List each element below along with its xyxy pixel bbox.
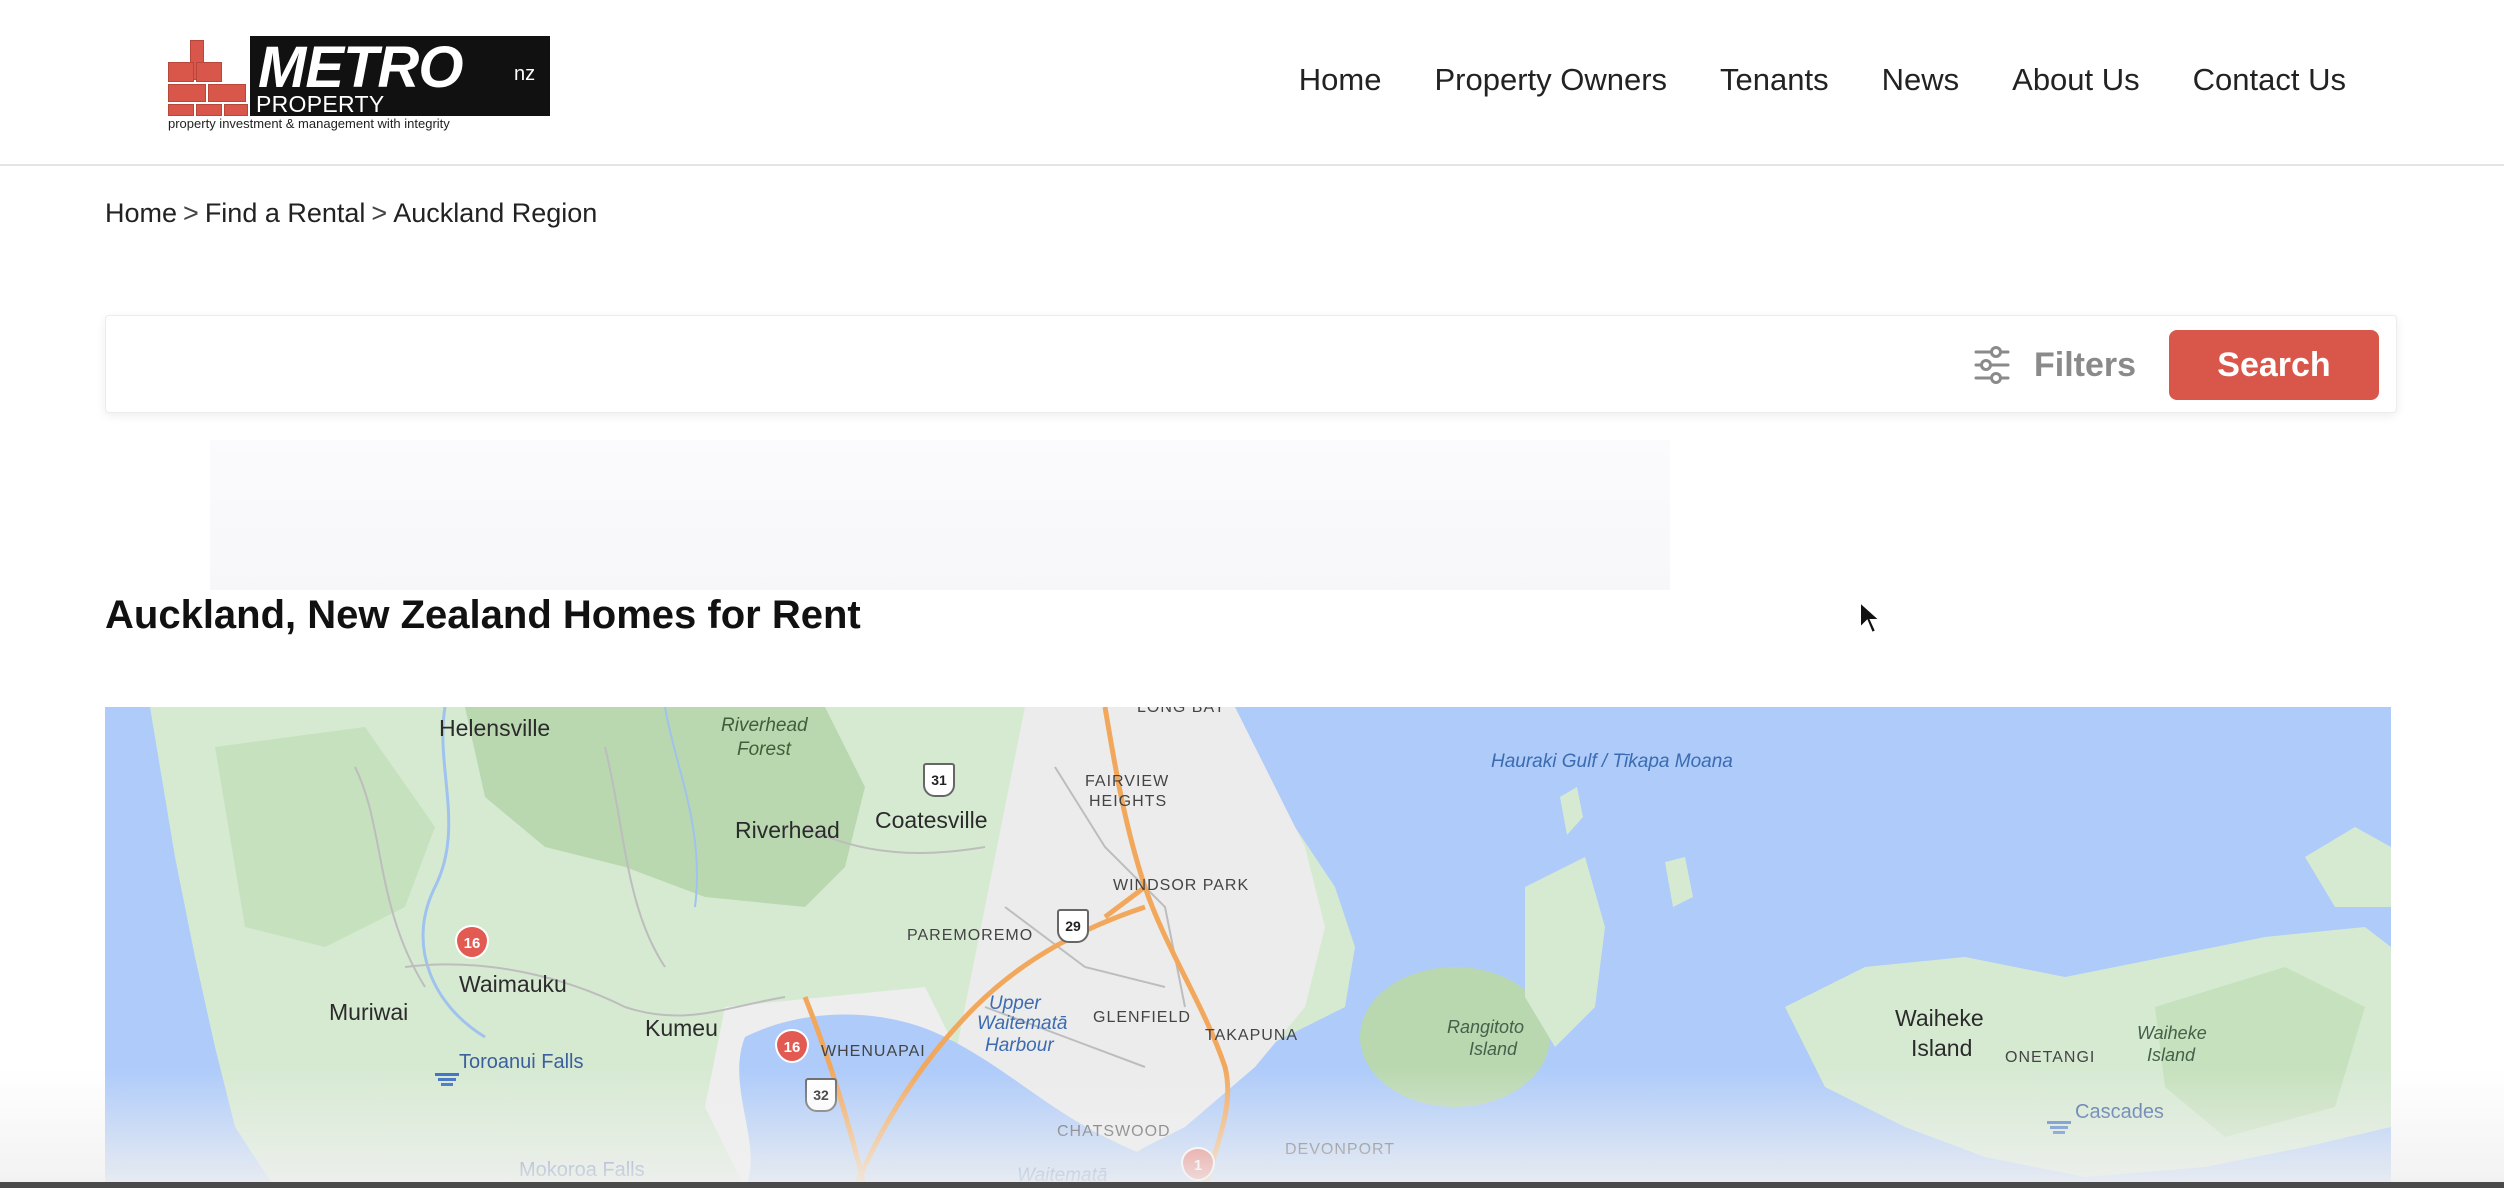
logo-brick: [168, 84, 206, 102]
map-label-toroanui-falls[interactable]: Toroanui Falls: [459, 1051, 584, 1074]
map-label-cascades[interactable]: Cascades: [2075, 1101, 2164, 1124]
metro-logo[interactable]: METRO nz PROPERTY MANAGEMENT property in…: [168, 34, 553, 140]
nav-property-owners[interactable]: Property Owners: [1434, 60, 1667, 100]
breadcrumb-home[interactable]: Home: [105, 198, 177, 228]
map-small-island: [1665, 857, 1693, 907]
filters-label: Filters: [2034, 345, 2137, 384]
logo-brick: [168, 62, 194, 82]
map-label-glenfield: GLENFIELD: [1093, 1009, 1191, 1026]
map-label-fairview-heights: HEIGHTS: [1089, 793, 1168, 810]
map-label-upper-harbour: Upper: [989, 993, 1041, 1014]
logo-brick: [208, 84, 246, 102]
map-label-muriwai: Muriwai: [329, 999, 409, 1025]
route-shield-31: 31: [923, 763, 955, 797]
map-label-whenuapai: WHENUAPAI: [821, 1043, 926, 1060]
map-label-mokoroa-falls[interactable]: Mokoroa Falls: [519, 1159, 645, 1182]
sliders-icon: [1974, 346, 2010, 384]
map-label-chatswood: CHATSWOOD: [1057, 1123, 1171, 1140]
content-spacer: [210, 440, 1670, 590]
logo-wordmark: METRO: [258, 35, 463, 100]
map-tiles: [150, 707, 2391, 1188]
logo-nz: nz: [514, 63, 536, 85]
page-title: Auckland, New Zealand Homes for Rent: [105, 593, 861, 637]
map-label-helensville: Helensville: [439, 715, 551, 741]
breadcrumb: Home > Find a Rental > Auckland Region: [105, 195, 597, 231]
route-shield-29: 29: [1057, 909, 1089, 943]
search-button[interactable]: Search: [2169, 330, 2379, 400]
map-small-island: [1560, 787, 1583, 835]
map-label-long-bay: LONG BAY: [1137, 707, 1226, 716]
nav-home[interactable]: Home: [1299, 60, 1382, 100]
map-label-onetangi: ONETANGI: [2005, 1049, 2096, 1066]
nav-contact-us[interactable]: Contact Us: [2193, 60, 2346, 100]
nav-news[interactable]: News: [1882, 60, 1960, 100]
map-label-riverhead-forest: Riverhead: [721, 715, 808, 736]
route-shield-32: 32: [805, 1078, 837, 1112]
waterfall-icon[interactable]: [435, 1073, 459, 1093]
search-bar: Filters Search: [105, 315, 2397, 413]
logo-brick: [168, 104, 194, 116]
logo-tagline: property investment & management with in…: [168, 116, 450, 131]
map-label-waiheke-island: Island: [1911, 1035, 1973, 1061]
mouse-cursor-icon: [1859, 600, 1883, 635]
map-label-upper-harbour: Waitematā: [977, 1013, 1068, 1034]
window-bottom-edge: [0, 1182, 2504, 1188]
map-label-riverhead-forest: Forest: [737, 739, 791, 760]
map-label-takapuna: TAKAPUNA: [1205, 1027, 1299, 1044]
map-label-waiheke-island: Waiheke: [1895, 1005, 1984, 1031]
nav-tenants[interactable]: Tenants: [1720, 60, 1829, 100]
map-label-coatesville: Coatesville: [875, 807, 988, 833]
map-label-riverhead: Riverhead: [735, 817, 840, 843]
map-label-rangitoto-island: Island: [1469, 1039, 1518, 1059]
logo-brick: [196, 62, 222, 82]
map-label-upper-harbour: Harbour: [985, 1035, 1054, 1056]
map-label-fairview-heights: FAIRVIEW: [1085, 773, 1170, 790]
map-label-devonport: DEVONPORT: [1285, 1141, 1396, 1158]
map-label-waiheke-island-east: Island: [2147, 1045, 2196, 1065]
rental-map[interactable]: 31 29 16 16 32 1 Helensville Riverhead F…: [105, 707, 2391, 1188]
filters-button[interactable]: Filters: [1974, 340, 2136, 390]
main-nav: Home Property Owners Tenants News About …: [1299, 60, 2346, 100]
map-label-waiheke-island-east: Waiheke: [2137, 1023, 2207, 1043]
nav-about-us[interactable]: About Us: [2012, 60, 2140, 100]
search-input[interactable]: [122, 330, 2022, 400]
map-label-kumeu: Kumeu: [645, 1015, 718, 1041]
logo-brick: [196, 104, 222, 116]
map-label-rangitoto-island: Rangitoto: [1447, 1017, 1525, 1037]
map-label-paremoremo: PAREMOREMO: [907, 927, 1034, 944]
map-label-hauraki-gulf: Hauraki Gulf / Tīkapa Moana: [1491, 751, 1733, 772]
breadcrumb-find-a-rental[interactable]: Find a Rental: [205, 198, 366, 228]
waterfall-icon[interactable]: [2047, 1121, 2071, 1141]
map-island-east: [2305, 827, 2391, 907]
breadcrumb-separator: >: [183, 198, 199, 228]
site-header: METRO nz PROPERTY MANAGEMENT property in…: [0, 0, 2504, 166]
logo-brick: [224, 104, 248, 116]
breadcrumb-separator: >: [371, 198, 388, 228]
map-label-waimauku: Waimauku: [459, 971, 567, 997]
map-label-windsor-park: WINDSOR PARK: [1113, 877, 1250, 894]
breadcrumb-current: Auckland Region: [393, 198, 598, 228]
